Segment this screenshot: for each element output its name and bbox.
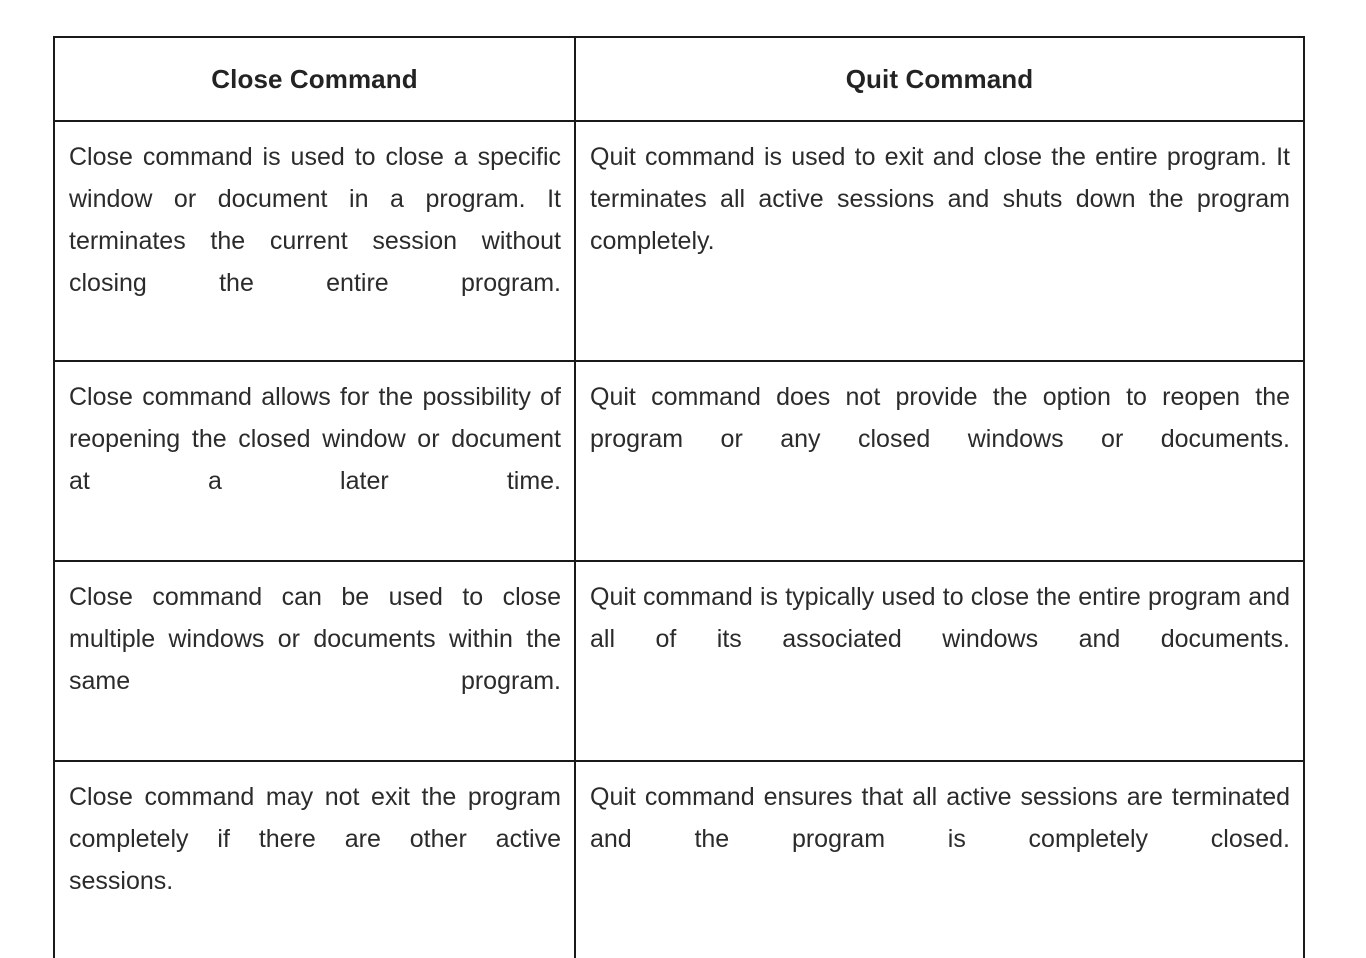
column-header-close-command: Close Command xyxy=(53,36,576,122)
page-root: Close Command Quit Command Close command… xyxy=(0,0,1366,958)
table-header-row: Close Command Quit Command xyxy=(53,36,1305,122)
table-row: Close command may not exit the program c… xyxy=(53,760,1305,958)
table-header: Close Command Quit Command xyxy=(53,36,1305,122)
table-body: Close command is used to close a specifi… xyxy=(53,120,1305,958)
cell-text: Close command may not exit the program c… xyxy=(69,783,561,895)
cell-quit-3: Quit command is typically used to close … xyxy=(574,560,1305,762)
comparison-table: Close Command Quit Command Close command… xyxy=(53,36,1305,958)
cell-close-2: Close command allows for the possibility… xyxy=(53,360,576,562)
cell-quit-2: Quit command does not provide the option… xyxy=(574,360,1305,562)
comparison-table-container: Close Command Quit Command Close command… xyxy=(53,36,1305,958)
cell-text: Quit command does not provide the option… xyxy=(590,383,1290,453)
cell-text: Close command can be used to close multi… xyxy=(69,583,561,695)
cell-text: Quit command is typically used to close … xyxy=(590,583,1290,653)
cell-text: Close command allows for the possibility… xyxy=(69,383,561,495)
column-header-quit-command: Quit Command xyxy=(574,36,1305,122)
cell-text: Quit command is used to exit and close t… xyxy=(590,143,1290,255)
table-row: Close command can be used to close multi… xyxy=(53,560,1305,762)
table-row: Close command is used to close a specifi… xyxy=(53,120,1305,362)
cell-close-1: Close command is used to close a specifi… xyxy=(53,120,576,362)
cell-text: Close command is used to close a specifi… xyxy=(69,143,561,297)
table-row: Close command allows for the possibility… xyxy=(53,360,1305,562)
cell-close-3: Close command can be used to close multi… xyxy=(53,560,576,762)
cell-text: Quit command ensures that all active ses… xyxy=(590,783,1290,853)
cell-close-4: Close command may not exit the program c… xyxy=(53,760,576,958)
cell-quit-1: Quit command is used to exit and close t… xyxy=(574,120,1305,362)
cell-quit-4: Quit command ensures that all active ses… xyxy=(574,760,1305,958)
